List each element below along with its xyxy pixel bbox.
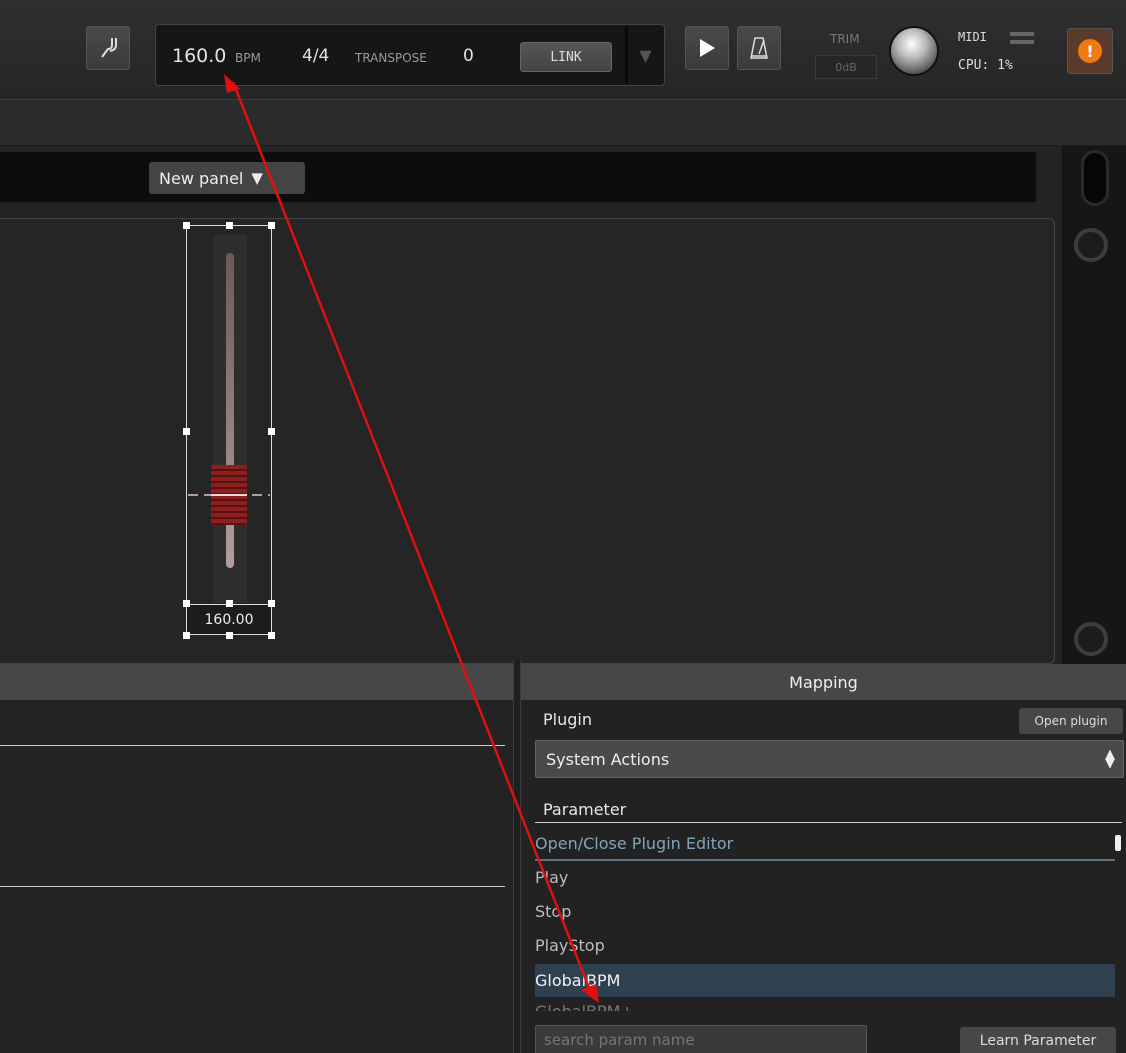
annotation-arrow-icon bbox=[224, 74, 599, 1003]
